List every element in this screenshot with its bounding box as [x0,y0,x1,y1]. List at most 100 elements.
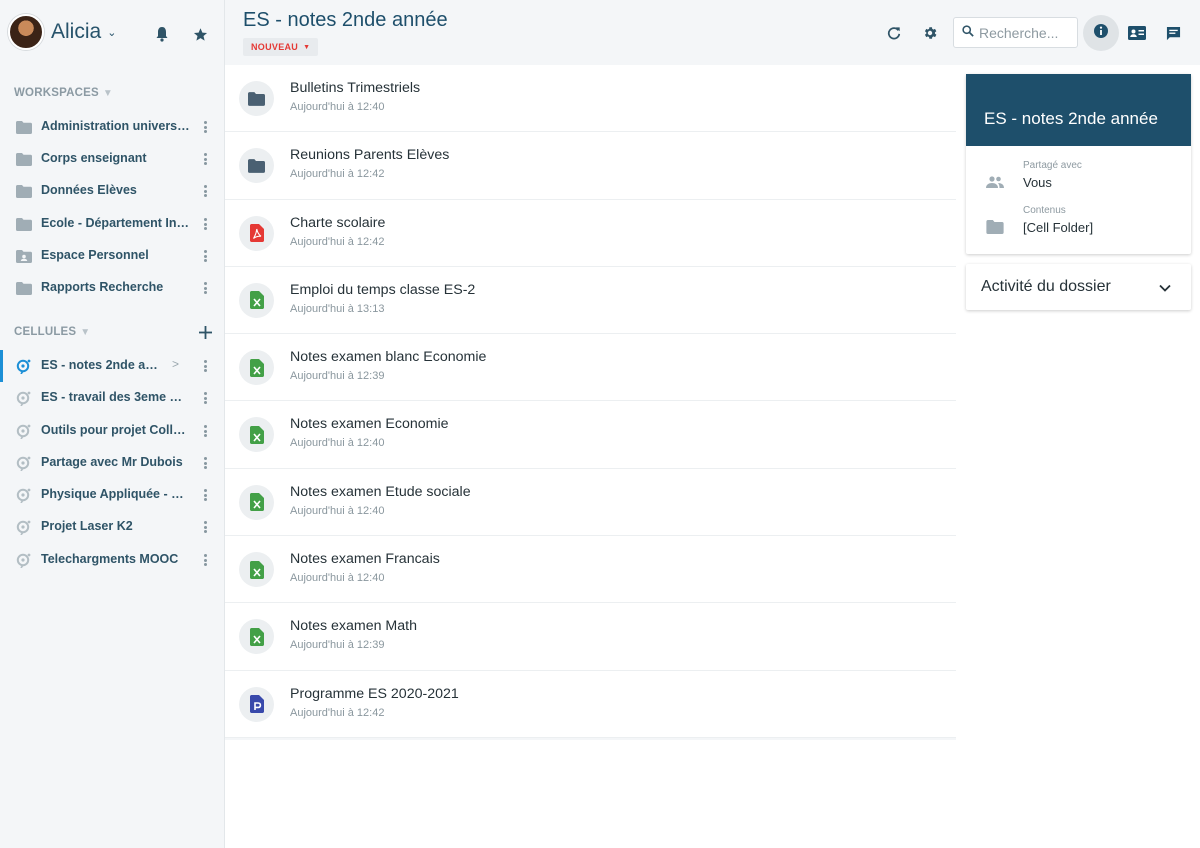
sidebar-item-label: Projet Laser K2 [41,519,133,533]
more-options-icon[interactable] [200,455,210,471]
cell-icon [15,455,32,471]
more-options-icon[interactable] [200,390,210,406]
sidebar-item-cell[interactable]: Projet Laser K2 [0,511,224,543]
sidebar-item-label: Données Elèves [41,183,137,197]
folder-activity-label: Activité du dossier [981,278,1111,295]
cell-icon [15,487,32,503]
sidebar-item-workspace[interactable]: Ecole - Département Informatique [0,208,224,240]
more-options-icon[interactable] [200,248,210,264]
more-options-icon[interactable] [200,119,210,135]
folder-account-icon [15,248,32,264]
file-name: Notes examen Math [290,618,417,635]
cell-icon [15,358,32,374]
list-item[interactable]: Notes examen blanc Economie Aujourd'hui … [225,334,956,402]
bell-icon[interactable] [152,24,172,44]
info-button[interactable] [1083,15,1119,51]
sidebar-item-workspace[interactable]: Espace Personnel [0,240,224,272]
contents-label: Contenus [1023,205,1066,216]
sidebar-item-label: Rapports Recherche [41,280,164,294]
file-date: Aujourd'hui à 12:42 [290,235,385,248]
more-options-icon[interactable] [200,519,210,535]
more-options-icon[interactable] [200,358,210,374]
folder-icon [985,219,1005,235]
list-item[interactable]: Programme ES 2020-2021 Aujourd'hui à 12:… [225,671,956,738]
info-panel-header: ES - notes 2nde année [966,74,1191,146]
list-item[interactable]: Charte scolaire Aujourd'hui à 12:42 [225,200,956,267]
more-options-icon[interactable] [200,216,210,232]
more-options-icon[interactable] [200,280,210,296]
sidebar: Alicia ⌄ WORKSPACES ▼ Administration uni… [0,0,225,848]
star-icon[interactable] [190,24,210,44]
sidebar-item-workspace[interactable]: Administration université [0,111,224,143]
people-icon [985,174,1005,190]
info-panel: ES - notes 2nde année Partagé avec Vous … [966,74,1191,254]
more-options-icon[interactable] [200,183,210,199]
list-item[interactable]: Notes examen Francais Aujourd'hui à 12:4… [225,536,956,604]
filter-icon[interactable]: ▼ [80,327,90,338]
presentation-file-icon [239,686,274,722]
folder-icon [239,148,274,184]
list-item[interactable]: Bulletins Trimestriels Aujourd'hui à 12:… [225,65,956,133]
info-panel-title: ES - notes 2nde année [984,109,1158,128]
folder-icon [15,280,32,296]
file-date: Aujourd'hui à 12:39 [290,639,385,652]
comment-icon[interactable] [1161,21,1185,45]
avatar[interactable] [8,14,44,50]
folder-icon [15,151,32,167]
cell-icon [15,390,32,406]
gear-icon[interactable] [918,21,942,45]
sidebar-item-workspace[interactable]: Corps enseignant [0,143,224,175]
add-cell-icon[interactable] [195,322,215,342]
sidebar-item-workspace[interactable]: Rapports Recherche [0,272,224,304]
cells-title: CELLULES [14,326,77,338]
sidebar-item-cell[interactable]: Outils pour projet Collaboratif [0,415,224,447]
search-input[interactable] [979,24,1074,41]
sidebar-item-label: Ecole - Département Informatique [41,216,191,230]
spreadsheet-file-icon [239,484,274,520]
chevron-right-icon[interactable]: > [172,357,179,371]
sidebar-item-label: Partage avec Mr Dubois [41,455,183,469]
folder-icon [15,183,32,199]
list-item[interactable]: Notes examen Economie Aujourd'hui à 12:4… [225,401,956,469]
shared-with-info: Partagé avec Vous [966,160,1191,202]
sidebar-item-cell[interactable]: Physique Appliquée - OE2021 [0,479,224,511]
workspaces-title: WORKSPACES [14,87,99,99]
workspaces-section-title: WORKSPACES ▼ [14,87,113,99]
sidebar-item-cell[interactable]: Partage avec Mr Dubois [0,447,224,479]
sidebar-item-cell-active[interactable]: ES - notes 2nde année > [0,350,224,382]
list-item[interactable]: Emploi du temps classe ES-2 Aujourd'hui … [225,267,956,335]
list-item[interactable]: Notes examen Math Aujourd'hui à 12:39 [225,603,956,671]
sidebar-item-workspace[interactable]: Données Elèves [0,175,224,207]
refresh-icon[interactable] [882,21,906,45]
spreadsheet-file-icon [239,619,274,655]
sidebar-item-label: Outils pour projet Collaboratif [41,423,186,437]
list-item[interactable]: Reunions Parents Elèves Aujourd'hui à 12… [225,132,956,200]
file-name: Charte scolaire [290,214,386,231]
new-button[interactable]: NOUVEAU ▼ [243,38,319,56]
sidebar-item-cell[interactable]: ES - travail des 3eme années [0,382,224,414]
contact-card-icon[interactable] [1125,21,1149,45]
more-options-icon[interactable] [200,487,210,503]
user-menu[interactable]: Alicia ⌄ [8,14,218,50]
page-title: ES - notes 2nde année [243,9,448,31]
file-date: Aujourd'hui à 12:42 [290,706,385,719]
caret-down-icon: ▼ [303,43,311,51]
search-box[interactable] [953,17,1078,48]
user-name[interactable]: Alicia [51,20,101,44]
file-date: Aujourd'hui à 12:40 [290,437,385,450]
file-date: Aujourd'hui à 12:40 [290,504,385,517]
file-name: Programme ES 2020-2021 [290,685,459,702]
filter-icon[interactable]: ▼ [103,88,113,99]
folder-icon [15,119,32,135]
contents-info: Contenus [Cell Folder] [966,205,1191,247]
spreadsheet-file-icon [239,282,274,318]
more-options-icon[interactable] [200,423,210,439]
shared-with-value: Vous [1023,175,1052,190]
sidebar-item-cell[interactable]: Telechargments MOOC [0,544,224,576]
list-item[interactable]: Notes examen Etude sociale Aujourd'hui à… [225,469,956,537]
more-options-icon[interactable] [200,552,210,568]
chevron-down-icon[interactable]: ⌄ [107,26,116,39]
file-name: Notes examen Economie [290,416,449,433]
more-options-icon[interactable] [200,151,210,167]
folder-activity-toggle[interactable]: Activité du dossier [966,264,1191,310]
